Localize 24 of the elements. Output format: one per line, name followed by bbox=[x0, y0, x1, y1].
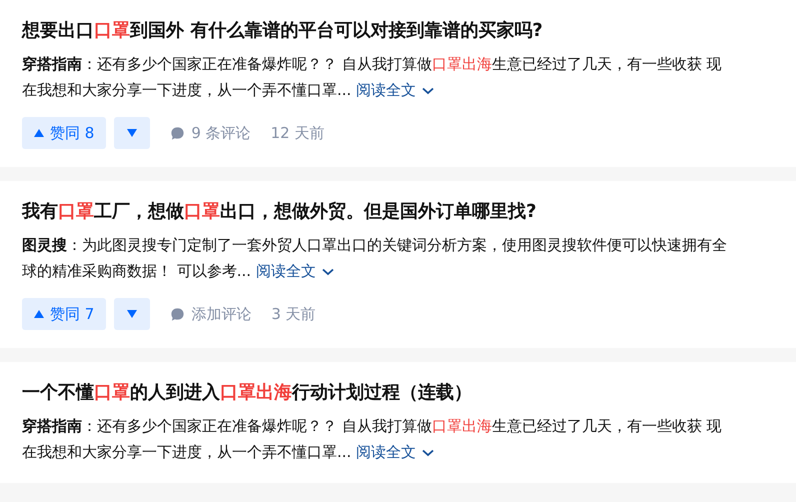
question-title[interactable]: 一个不懂口罩的人到进入口罩出海行动计划过程（连载） bbox=[22, 379, 774, 407]
answer-excerpt: 穿搭指南：还有多少个国家正在准备爆炸呢？？ 自从我打算做口罩出海生意已经过了几天，有一些收获 现在我想和大家分享一下进度，从一个弄不懂口罩... 阅读全文 bbox=[22, 416, 723, 463]
comment-icon bbox=[170, 306, 186, 322]
answer-excerpt: 穿搭指南：还有多少个国家正在准备爆炸呢？？ 自从我打算做口罩出海生意已经过了几天，有一些收获 现在我想和大家分享一下进度，从一个弄不懂口罩... 阅读全文 bbox=[22, 54, 723, 101]
read-more-link[interactable]: 阅读全文 bbox=[356, 443, 434, 461]
answer-excerpt: 图灵搜：为此图灵搜专门定制了一套外贸人口罩出口的关键词分析方案，使用图灵搜软件便可以快速拥有全球的精准采购商数据！ 可以参考... 阅读全文 bbox=[22, 235, 728, 282]
post-time: 12 天前 bbox=[270, 124, 324, 142]
question-title[interactable]: 想要出口 口罩到国外 有什么靠谱的平台可以对接到靠谱的买家吗? bbox=[22, 17, 774, 45]
upvote-button[interactable]: 赞同 8 bbox=[22, 117, 106, 149]
triangle-up-icon bbox=[34, 310, 44, 318]
triangle-up-icon bbox=[34, 129, 44, 137]
question-title[interactable]: 我有口罩工厂，想做口罩出口，想做外贸。但是国外订单哪里找? bbox=[22, 198, 774, 226]
triangle-down-icon bbox=[127, 310, 138, 318]
downvote-button[interactable] bbox=[114, 117, 150, 149]
chevron-down-icon bbox=[422, 448, 434, 457]
downvote-button[interactable] bbox=[114, 298, 150, 330]
upvote-button[interactable]: 赞同 7 bbox=[22, 298, 106, 330]
triangle-down-icon bbox=[127, 129, 138, 137]
read-more-link[interactable]: 阅读全文 bbox=[256, 262, 334, 280]
chevron-down-icon bbox=[322, 268, 334, 276]
comment-icon bbox=[170, 126, 186, 140]
post-time: 3 天前 bbox=[271, 304, 316, 324]
chevron-down-icon bbox=[422, 86, 434, 95]
read-more-link[interactable]: 阅读全文 bbox=[356, 81, 434, 99]
